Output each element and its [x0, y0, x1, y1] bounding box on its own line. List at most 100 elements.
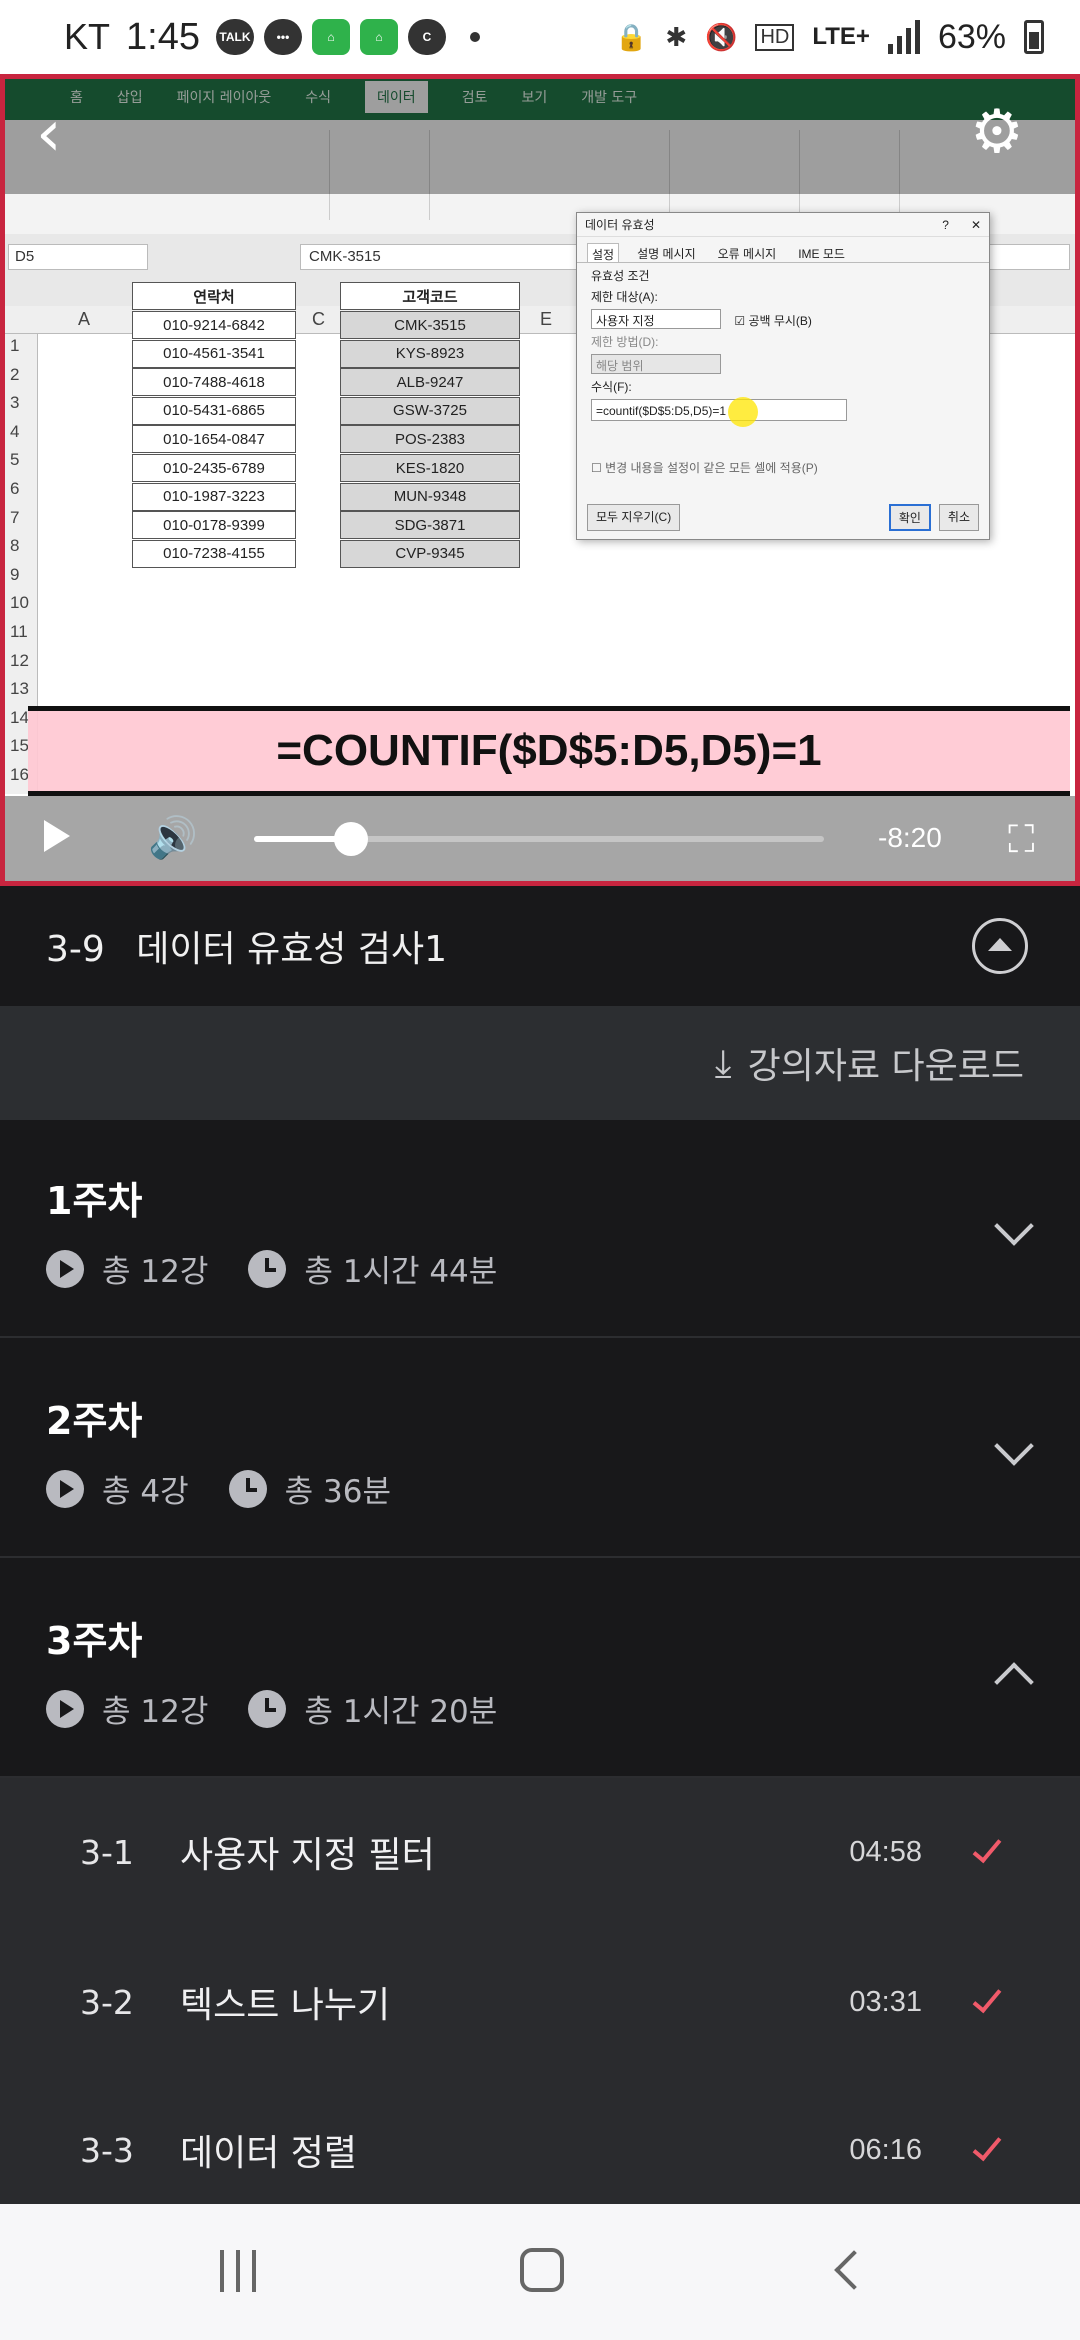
lesson-title: 데이터 정렬: [180, 2133, 358, 2174]
row-header: 1: [10, 336, 20, 355]
contact-cell: 010-2435-6789: [132, 454, 296, 482]
system-back-button[interactable]: [834, 2250, 874, 2290]
seek-bar[interactable]: [254, 822, 824, 856]
more-notifications-dot: [469, 32, 480, 42]
contact-cell: 010-1654-0847: [132, 425, 296, 454]
column-header: E: [540, 309, 553, 329]
row-header: 8: [10, 536, 20, 556]
data-label: 제한 방법(D):: [591, 335, 659, 349]
lesson-number: 3-2: [80, 1982, 134, 2022]
customer-code-cell: MUN-9348: [340, 482, 520, 511]
week-title: 3주차: [46, 1619, 143, 1663]
status-bar: KT 1:45 TALK ••• ⌂ ⌂ C 🔒 ✱ 🔇 HD LTE+ 63%: [0, 0, 1080, 74]
lesson-item[interactable]: 3-3 데이터 정렬 06:16: [0, 2076, 1080, 2204]
apply-all-label: 변경 내용을 설정이 같은 모든 셀에 적용(P): [605, 461, 818, 475]
video-caption: =COUNTIF($D$5:D5,D5)=1: [28, 706, 1070, 796]
lesson-item[interactable]: 3-2 텍스트 나누기 03:31: [0, 1928, 1080, 2076]
row-header: 3: [10, 393, 20, 413]
clear-all-button: 모두 지우기(C): [587, 504, 681, 531]
dialog-tab-ime: IME 모드: [798, 247, 845, 261]
contact-cell: 010-5431-6865: [132, 396, 296, 425]
app-notification-icon: ⌂: [311, 19, 350, 55]
row-header: 13: [10, 679, 29, 699]
row-header: 4: [10, 421, 20, 441]
lesson-duration: 04:58: [849, 1835, 922, 1868]
week-section-1[interactable]: 1주차 총 12강 총 1시간 44분: [0, 1120, 1080, 1338]
row-header: 6: [10, 479, 20, 498]
week-section-2[interactable]: 2주차 총 4강 총 36분: [0, 1340, 1080, 1558]
customer-code-cell: KES-1820: [340, 454, 520, 482]
formula-value: =countif($D$5:D5,D5)=1: [596, 404, 727, 419]
total-duration: 총 36분: [284, 1474, 391, 1510]
chevron-down-icon[interactable]: [994, 1206, 1034, 1246]
message-icon: •••: [263, 19, 302, 55]
header-cell-code: 고객코드: [340, 282, 520, 310]
customer-code-cell: GSW-3725: [340, 396, 520, 425]
row-header: 7: [10, 507, 20, 527]
column-header: C: [312, 309, 325, 329]
carrier-label: KT: [64, 16, 111, 57]
row-header: 14: [10, 707, 29, 727]
row-header: 10: [10, 593, 29, 613]
row-header: 11: [10, 622, 28, 641]
chevron-down-icon[interactable]: [994, 1426, 1034, 1466]
download-materials-button[interactable]: ⤓ 강의자료 다운로드: [0, 1006, 1080, 1120]
contact-cell: 010-1987-3223: [132, 482, 296, 511]
seek-thumb[interactable]: [333, 822, 368, 856]
name-box: D5: [8, 244, 148, 270]
play-icon[interactable]: [44, 820, 70, 852]
home-button[interactable]: [520, 2248, 564, 2292]
status-time: 1:45: [126, 15, 200, 58]
play-circle-icon: [46, 1469, 84, 1508]
fullscreen-icon[interactable]: ⛶: [1008, 820, 1035, 858]
cursor-highlight: [728, 397, 759, 427]
time-remaining: -8:20: [878, 822, 942, 853]
player-controls: 🔊 -8:20 ⛶: [0, 796, 1080, 886]
settings-button[interactable]: ⚙: [970, 102, 1024, 162]
download-icon: ⤓: [714, 1040, 732, 1085]
clock-icon: [228, 1469, 267, 1508]
chevron-up-icon[interactable]: [994, 1662, 1034, 1702]
kakaotalk-icon: TALK: [215, 19, 254, 55]
week-section-3[interactable]: 3주차 총 12강 총 1시간 20분: [0, 1560, 1080, 1778]
dialog-help-icon: ?: [942, 217, 949, 232]
gear-icon: ⚙: [970, 97, 1024, 167]
video-player[interactable]: 홈 삽입 페이지 레이아웃 수식 데이터 검토 보기 개발 도구 D5 CMK-…: [0, 74, 1080, 886]
data-validation-dialog: 데이터 유효성 ? ✕ 설정 설명 메시지 오류 메시지 IME 모드 유효성 …: [576, 212, 990, 540]
lesson-list: 3-1 사용자 지정 필터 04:58 3-2 텍스트 나누기 03:31 3-…: [0, 1778, 1080, 2204]
customer-code-cell: CVP-9345: [340, 539, 520, 568]
contact-cell: 010-7488-4618: [132, 368, 296, 397]
mute-icon: 🔇: [705, 21, 738, 52]
ignore-blank-checkbox: ☑ 공백 무시(B): [734, 314, 812, 328]
system-nav-bar: [0, 2204, 1080, 2340]
clock-icon: [248, 1689, 287, 1728]
battery-icon: [1024, 20, 1044, 54]
clock-icon: [248, 1249, 287, 1288]
total-duration: 총 1시간 44분: [304, 1254, 498, 1290]
lesson-item[interactable]: 3-1 사용자 지정 필터 04:58: [0, 1778, 1080, 1926]
now-playing-bar: 3-9 데이터 유효성 검사1: [0, 886, 1080, 1006]
triangle-up-icon: [988, 937, 1012, 951]
c-app-icon: C: [407, 19, 446, 55]
volume-icon[interactable]: 🔊: [148, 818, 198, 858]
network-type: LTE+: [812, 23, 870, 50]
recent-apps-button[interactable]: [220, 2250, 256, 2292]
lecture-count: 총 12강: [102, 1694, 209, 1730]
download-label: 강의자료 다운로드: [747, 1046, 1024, 1087]
completed-check-icon: [972, 1982, 1002, 2014]
dialog-close-icon: ✕: [970, 217, 981, 232]
customer-code-cell: SDG-3871: [340, 511, 520, 540]
lecture-count: 총 4강: [102, 1474, 189, 1510]
lock-icon: 🔒: [614, 21, 648, 52]
dialog-tab-input-message: 설명 메시지: [637, 247, 696, 261]
collapse-player-button[interactable]: [972, 918, 1028, 974]
ok-button: 확인: [888, 504, 931, 531]
lesson-title: 사용자 지정 필터: [180, 1835, 435, 1876]
back-button[interactable]: ‹: [36, 102, 62, 166]
app-notification-icon-2: ⌂: [359, 19, 398, 55]
completed-check-icon: [972, 2130, 1002, 2162]
dialog-tab-error-message: 오류 메시지: [717, 247, 777, 261]
dialog-title: 데이터 유효성: [585, 218, 655, 232]
bluetooth-icon: ✱: [665, 21, 688, 52]
header-cell-contact: 연락처: [132, 282, 296, 310]
